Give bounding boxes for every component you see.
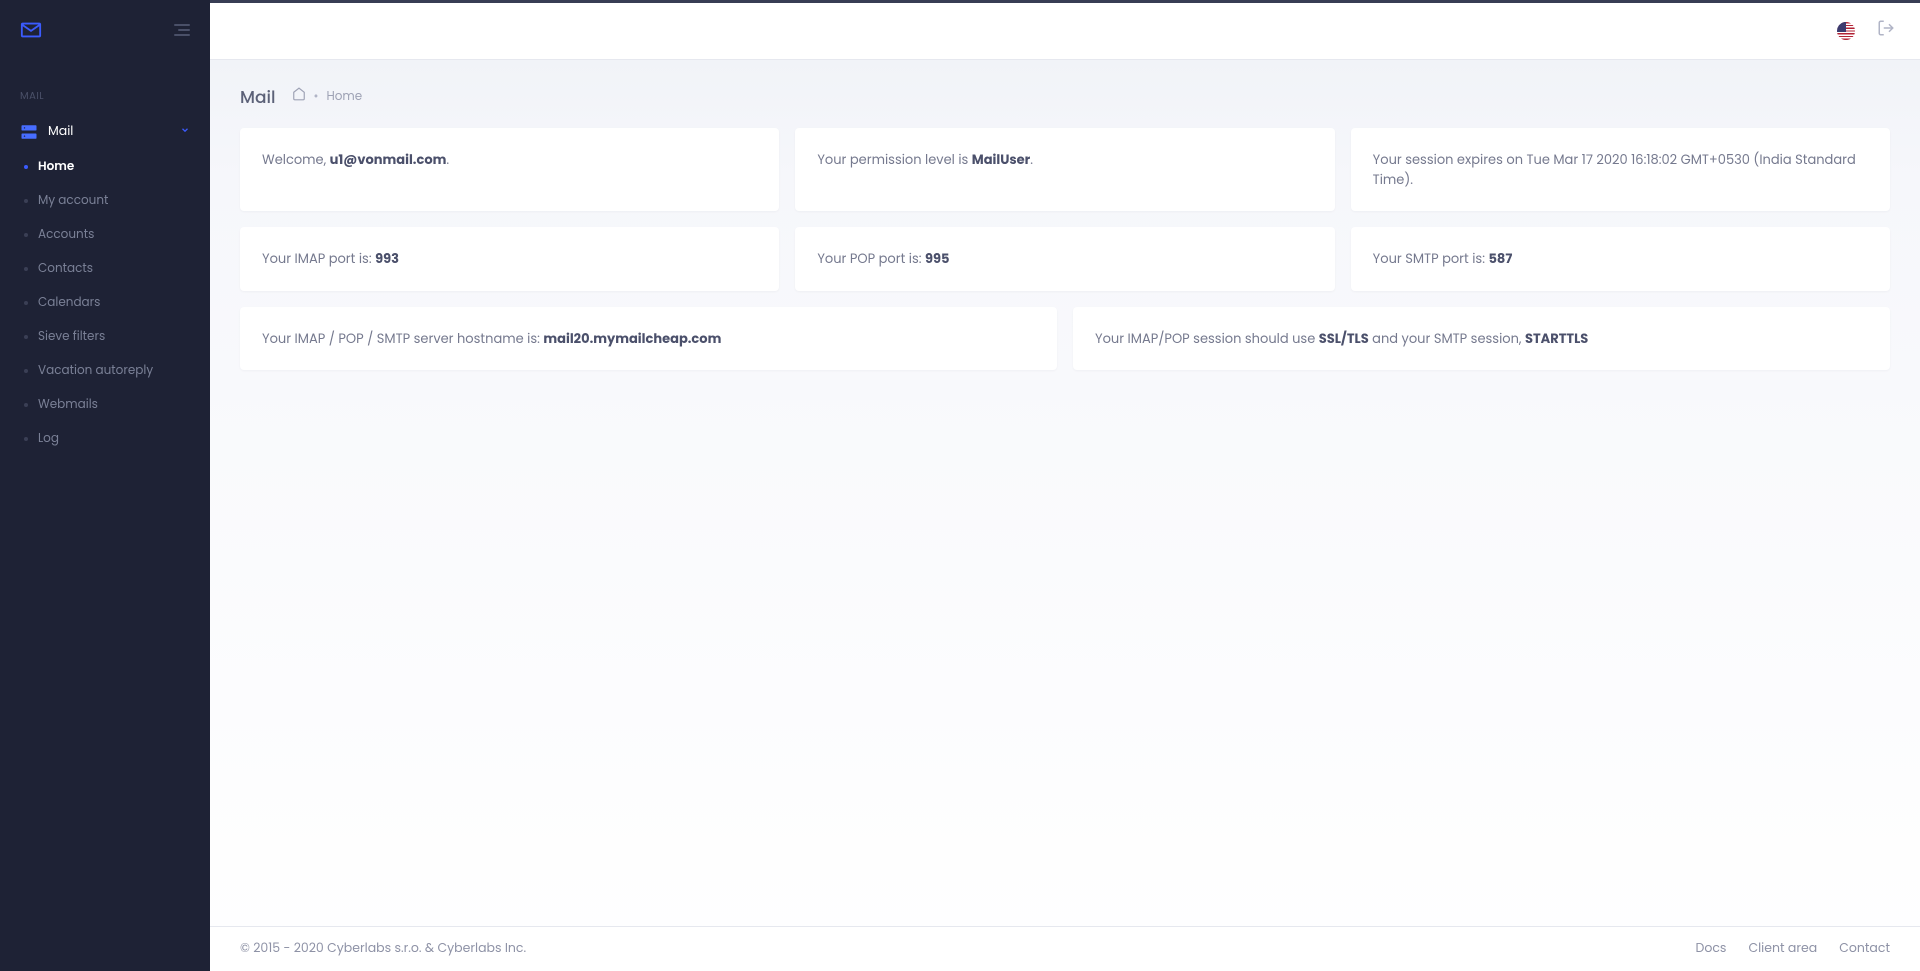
card-pop-port: Your POP port is: 995: [795, 227, 1334, 291]
breadcrumb-separator: •: [314, 88, 319, 106]
mail-server-icon: [20, 123, 38, 141]
card-text: .: [1030, 150, 1033, 169]
card-value: STARTTLS: [1525, 329, 1588, 348]
card-text: Your POP port is:: [817, 249, 925, 268]
card-imap-port: Your IMAP port is: 993: [240, 227, 779, 291]
card-value: 993: [375, 249, 399, 268]
card-value: MailUser: [972, 150, 1030, 169]
nav-item-mail-label: Mail: [48, 123, 73, 141]
subnav-item-label: Webmails: [38, 396, 98, 414]
subnav-item-label: Sieve filters: [38, 328, 105, 346]
footer-link-contact[interactable]: Contact: [1839, 940, 1890, 958]
breadcrumb-current: Home: [326, 88, 362, 106]
subnav-item-sieve-filters[interactable]: Sieve filters: [0, 320, 210, 354]
chevron-down-icon: [180, 123, 190, 141]
sidebar: MAIL Mail Home My account Accounts Conta…: [0, 0, 210, 971]
footer-link-docs[interactable]: Docs: [1695, 940, 1726, 958]
footer: © 2015 - 2020 Cyberlabs s.r.o. & Cyberla…: [210, 926, 1920, 971]
page-header: Mail • Home: [210, 60, 1920, 128]
breadcrumb: • Home: [292, 87, 363, 107]
card-text: .: [446, 150, 449, 169]
card-welcome: Welcome, u1@vonmail.com.: [240, 128, 779, 211]
card-text: Your IMAP port is:: [262, 249, 375, 268]
card-permission: Your permission level is MailUser.: [795, 128, 1334, 211]
subnav-item-label: Accounts: [38, 226, 94, 244]
subnav-item-label: Contacts: [38, 260, 93, 278]
cards-row-2: Your IMAP port is: 993 Your POP port is:…: [210, 227, 1920, 291]
subnav-item-calendars[interactable]: Calendars: [0, 286, 210, 320]
card-text: Your IMAP/POP session should use: [1095, 329, 1319, 348]
language-flag-icon[interactable]: [1837, 22, 1855, 40]
main: Mail • Home Welcome, u1@vonmail.com. You…: [210, 0, 1920, 971]
card-session: Your session expires on Tue Mar 17 2020 …: [1351, 128, 1890, 211]
cards-row-3: Your IMAP / POP / SMTP server hostname i…: [210, 307, 1920, 371]
subnav-item-my-account[interactable]: My account: [0, 184, 210, 218]
subnav-item-contacts[interactable]: Contacts: [0, 252, 210, 286]
card-text: Your IMAP / POP / SMTP server hostname i…: [262, 329, 543, 348]
card-smtp-port: Your SMTP port is: 587: [1351, 227, 1890, 291]
cards-row-1: Welcome, u1@vonmail.com. Your permission…: [210, 128, 1920, 211]
logout-icon[interactable]: [1877, 19, 1895, 43]
topbar: [210, 0, 1920, 60]
card-tls: Your IMAP/POP session should use SSL/TLS…: [1073, 307, 1890, 371]
subnav-item-home[interactable]: Home: [0, 150, 210, 184]
subnav-item-label: My account: [38, 192, 108, 210]
subnav-item-label: Log: [38, 430, 59, 448]
footer-links: Docs Client area Contact: [1695, 940, 1890, 958]
subnav-item-accounts[interactable]: Accounts: [0, 218, 210, 252]
nav-item-mail[interactable]: Mail: [0, 114, 210, 150]
footer-copyright: © 2015 - 2020 Cyberlabs s.r.o. & Cyberla…: [240, 940, 526, 958]
card-hostname: Your IMAP / POP / SMTP server hostname i…: [240, 307, 1057, 371]
page-body: Mail • Home Welcome, u1@vonmail.com. You…: [210, 60, 1920, 971]
card-text: Your permission level is: [817, 150, 971, 169]
subnav-item-webmails[interactable]: Webmails: [0, 388, 210, 422]
card-text: and your SMTP session,: [1369, 329, 1525, 348]
card-value: mail20.mymailcheap.com: [543, 329, 721, 348]
sidebar-header: [0, 0, 210, 60]
subnav-item-label: Home: [38, 158, 74, 176]
nav-section-label: MAIL: [0, 60, 210, 114]
card-text: Your SMTP port is:: [1373, 249, 1489, 268]
subnav-item-label: Calendars: [38, 294, 100, 312]
footer-link-client-area[interactable]: Client area: [1748, 940, 1817, 958]
card-text: Welcome,: [262, 150, 330, 169]
page-title: Mail: [240, 84, 276, 110]
card-value: 995: [925, 249, 949, 268]
logo-envelope-icon[interactable]: [20, 19, 42, 41]
card-value: u1@vonmail.com: [330, 150, 447, 169]
card-value: 587: [1488, 249, 1512, 268]
subnav-item-vacation-autoreply[interactable]: Vacation autoreply: [0, 354, 210, 388]
subnav-item-label: Vacation autoreply: [38, 362, 153, 380]
card-text: Your session expires on Tue Mar 17 2020 …: [1373, 150, 1856, 189]
subnav-item-log[interactable]: Log: [0, 422, 210, 456]
sidebar-toggle-icon[interactable]: [174, 24, 190, 36]
home-icon[interactable]: [292, 87, 306, 107]
card-value: SSL/TLS: [1319, 329, 1369, 348]
subnav-mail: Home My account Accounts Contacts Calend…: [0, 150, 210, 456]
